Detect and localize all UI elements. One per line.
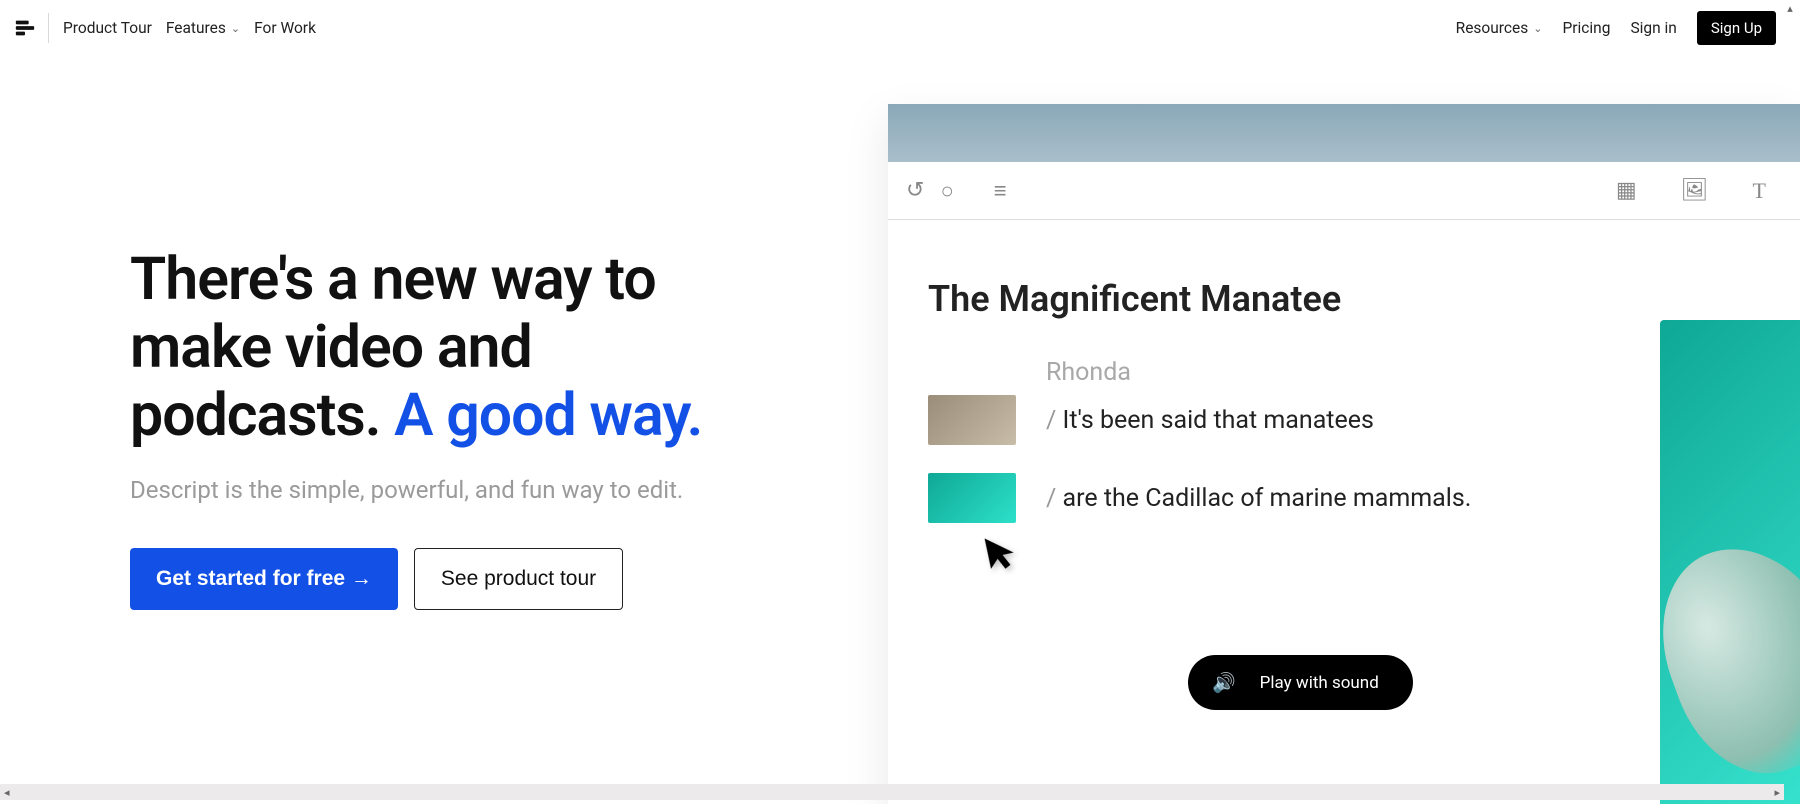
grid-icon[interactable]: ▦ — [1616, 178, 1637, 203]
nav-features[interactable]: Features ⌄ — [166, 19, 240, 37]
hero-section: There's a new way to make video and podc… — [0, 56, 1800, 776]
preview-body: The Magnificent Manatee Rhonda / It's be… — [888, 220, 1800, 804]
nav-divider — [48, 13, 49, 43]
play-with-sound-button[interactable]: 🔊 Play with sound — [1188, 655, 1413, 710]
transcript-line: / It's been said that manatees — [928, 395, 1620, 445]
circle-icon[interactable]: ○ — [940, 178, 953, 204]
image-icon[interactable]: 🖼 — [1681, 178, 1709, 203]
play-label: Play with sound — [1260, 673, 1379, 693]
speaker-icon: 🔊 — [1212, 671, 1236, 694]
nav-features-label: Features — [166, 19, 226, 37]
top-nav: Product Tour Features ⌄ For Work Resourc… — [0, 0, 1800, 56]
undo-icon[interactable]: ↺ — [906, 178, 924, 203]
chevron-down-icon: ⌄ — [231, 22, 240, 35]
scroll-up-icon[interactable]: ▴ — [1782, 2, 1798, 16]
headline-accent: A good way. — [394, 381, 702, 450]
preview-toolbar: ↺ ○ ≡ ▦ 🖼 T — [888, 162, 1800, 220]
brand-logo-icon — [14, 17, 36, 39]
preview-document: The Magnificent Manatee Rhonda / It's be… — [888, 220, 1660, 804]
app-preview: ↺ ○ ≡ ▦ 🖼 T The Magnificent Manatee Rhon… — [888, 104, 1800, 804]
chevron-down-icon: ⌄ — [1533, 22, 1542, 35]
transcript-text[interactable]: / It's been said that manatees — [1046, 406, 1374, 435]
hero-copy: There's a new way to make video and podc… — [0, 56, 780, 776]
clip-thumbnail[interactable] — [928, 395, 1016, 445]
cta-row: Get started for free → See product tour — [130, 548, 740, 610]
nav-resources[interactable]: Resources ⌄ — [1456, 19, 1543, 37]
nav-right-group: Resources ⌄ Pricing Sign in Sign Up — [1456, 11, 1786, 45]
speaker-name: Rhonda — [1046, 358, 1620, 387]
transcript-text[interactable]: / are the Cadillac of marine mammals. — [1046, 484, 1471, 513]
nav-sign-in[interactable]: Sign in — [1630, 19, 1676, 37]
hero-preview-area: ↺ ○ ≡ ▦ 🖼 T The Magnificent Manatee Rhon… — [780, 56, 1800, 776]
product-tour-button[interactable]: See product tour — [414, 548, 623, 610]
nav-product-tour[interactable]: Product Tour — [63, 19, 152, 37]
slash-marker: / — [1046, 484, 1063, 513]
nav-resources-label: Resources — [1456, 19, 1529, 37]
text-icon[interactable]: T — [1753, 178, 1766, 204]
preview-side-image — [1660, 320, 1800, 804]
menu-icon[interactable]: ≡ — [994, 178, 1007, 204]
signup-button[interactable]: Sign Up — [1697, 11, 1776, 45]
nav-left-group: Product Tour Features ⌄ For Work — [63, 19, 316, 37]
transcript-words: It's been said that manatees — [1063, 406, 1374, 435]
cursor-arrow-icon — [981, 529, 1025, 585]
get-started-button[interactable]: Get started for free → — [130, 548, 398, 610]
clip-thumbnail[interactable] — [928, 473, 1016, 523]
document-title: The Magnificent Manatee — [928, 278, 1620, 320]
transcript-line: / are the Cadillac of marine mammals. — [928, 473, 1620, 523]
headline: There's a new way to make video and podc… — [130, 246, 740, 450]
nav-for-work[interactable]: For Work — [254, 19, 316, 37]
nav-pricing[interactable]: Pricing — [1562, 19, 1610, 37]
scroll-right-icon[interactable]: ▸ — [1774, 786, 1780, 799]
transcript-words: are the Cadillac of marine mammals. — [1063, 484, 1472, 513]
horizontal-scrollbar[interactable]: ◂ ▸ — [0, 784, 1784, 800]
subheadline: Descript is the simple, powerful, and fu… — [130, 476, 740, 504]
preview-video-strip — [888, 104, 1800, 162]
scroll-left-icon[interactable]: ◂ — [4, 786, 10, 799]
slash-marker: / — [1046, 406, 1063, 435]
